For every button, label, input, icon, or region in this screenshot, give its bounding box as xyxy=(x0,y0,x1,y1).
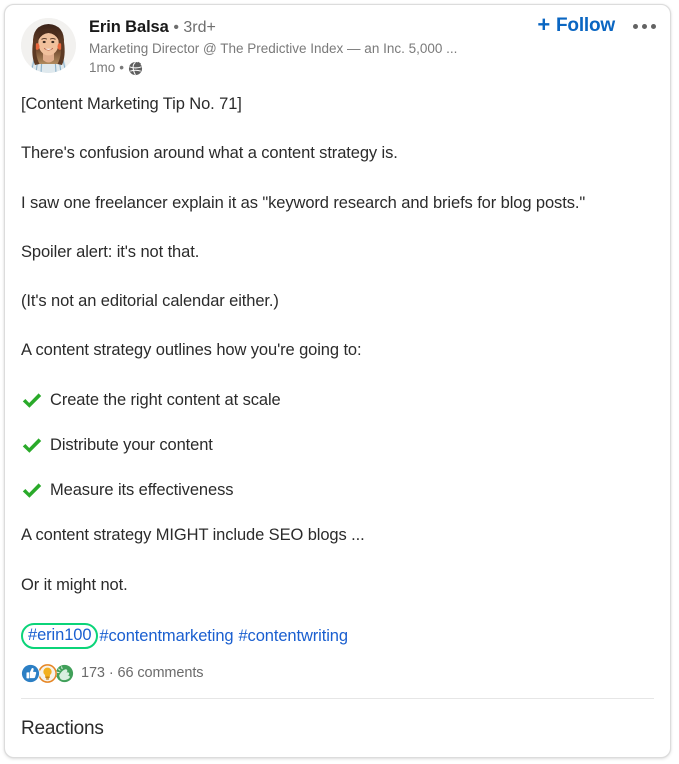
overflow-dot xyxy=(642,23,647,29)
check-mark-icon xyxy=(21,391,43,411)
hashtag-list: #erin100 #contentmarketing #contentwriti… xyxy=(21,622,654,649)
hashtag-erin100[interactable]: #erin100 xyxy=(21,622,99,649)
plus-icon: + xyxy=(537,12,551,37)
reactions-heading: Reactions xyxy=(21,717,104,739)
post-paragraph: I saw one freelancer explain it as "keyw… xyxy=(21,193,586,212)
engagement-counts[interactable]: 173 · 66 comments xyxy=(81,665,204,681)
author-degree: • 3rd+ xyxy=(173,19,216,36)
author-name[interactable]: Erin Balsa xyxy=(89,18,169,36)
check-mark-icon xyxy=(21,436,43,456)
celebrate-reaction-icon xyxy=(55,663,74,683)
insightful-reaction-icon xyxy=(38,663,57,683)
hashtag-contentmarketing[interactable]: #contentmarketing xyxy=(99,625,233,647)
post-paragraph: [Content Marketing Tip No. 71] xyxy=(21,95,242,113)
reaction-icons[interactable] xyxy=(21,663,74,683)
post-paragraph: Or it might not. xyxy=(21,575,128,594)
list-item-label: Distribute your content xyxy=(50,435,213,454)
post-paragraph: There's confusion around what a content … xyxy=(21,144,398,163)
like-reaction-icon xyxy=(21,663,40,683)
globe-icon xyxy=(128,61,143,76)
meta-separator: • xyxy=(119,60,124,75)
post-paragraph: Spoiler alert: it's not that. xyxy=(21,242,200,261)
hashtag-contentwriting[interactable]: #contentwriting xyxy=(238,625,348,647)
header-actions: + Follow xyxy=(537,12,656,37)
follow-button-label: Follow xyxy=(556,15,615,36)
overflow-dot xyxy=(651,23,656,29)
overflow-dot xyxy=(633,23,638,29)
overflow-menu-icon[interactable] xyxy=(633,20,656,33)
avatar[interactable] xyxy=(21,18,76,73)
linkedin-post-card: Erin Balsa • 3rd+ Marketing Director @ T… xyxy=(4,4,671,758)
follow-button[interactable]: + Follow xyxy=(537,12,615,37)
post-body: [Content Marketing Tip No. 71] There's c… xyxy=(5,81,670,649)
reactions-section: Reactions xyxy=(5,699,670,740)
post-meta: 1mo • xyxy=(89,59,654,77)
list-item-label: Create the right content at scale xyxy=(50,390,281,409)
author-headline: Marketing Director @ The Predictive Inde… xyxy=(89,41,458,56)
post-paragraph: A content strategy outlines how you're g… xyxy=(21,341,362,360)
list-item: Measure its effectiveness xyxy=(21,479,654,501)
post-paragraph: A content strategy MIGHT include SEO blo… xyxy=(21,526,365,545)
list-item: Distribute your content xyxy=(21,434,654,456)
list-item-label: Measure its effectiveness xyxy=(50,481,234,500)
list-item: Create the right content at scale xyxy=(21,389,654,411)
check-mark-icon xyxy=(21,481,43,501)
post-timestamp: 1mo xyxy=(89,60,116,75)
post-header: Erin Balsa • 3rd+ Marketing Director @ T… xyxy=(5,5,670,81)
post-paragraph: (It's not an editorial calendar either.) xyxy=(21,292,279,311)
engagement-row: 173 · 66 comments xyxy=(5,658,670,683)
